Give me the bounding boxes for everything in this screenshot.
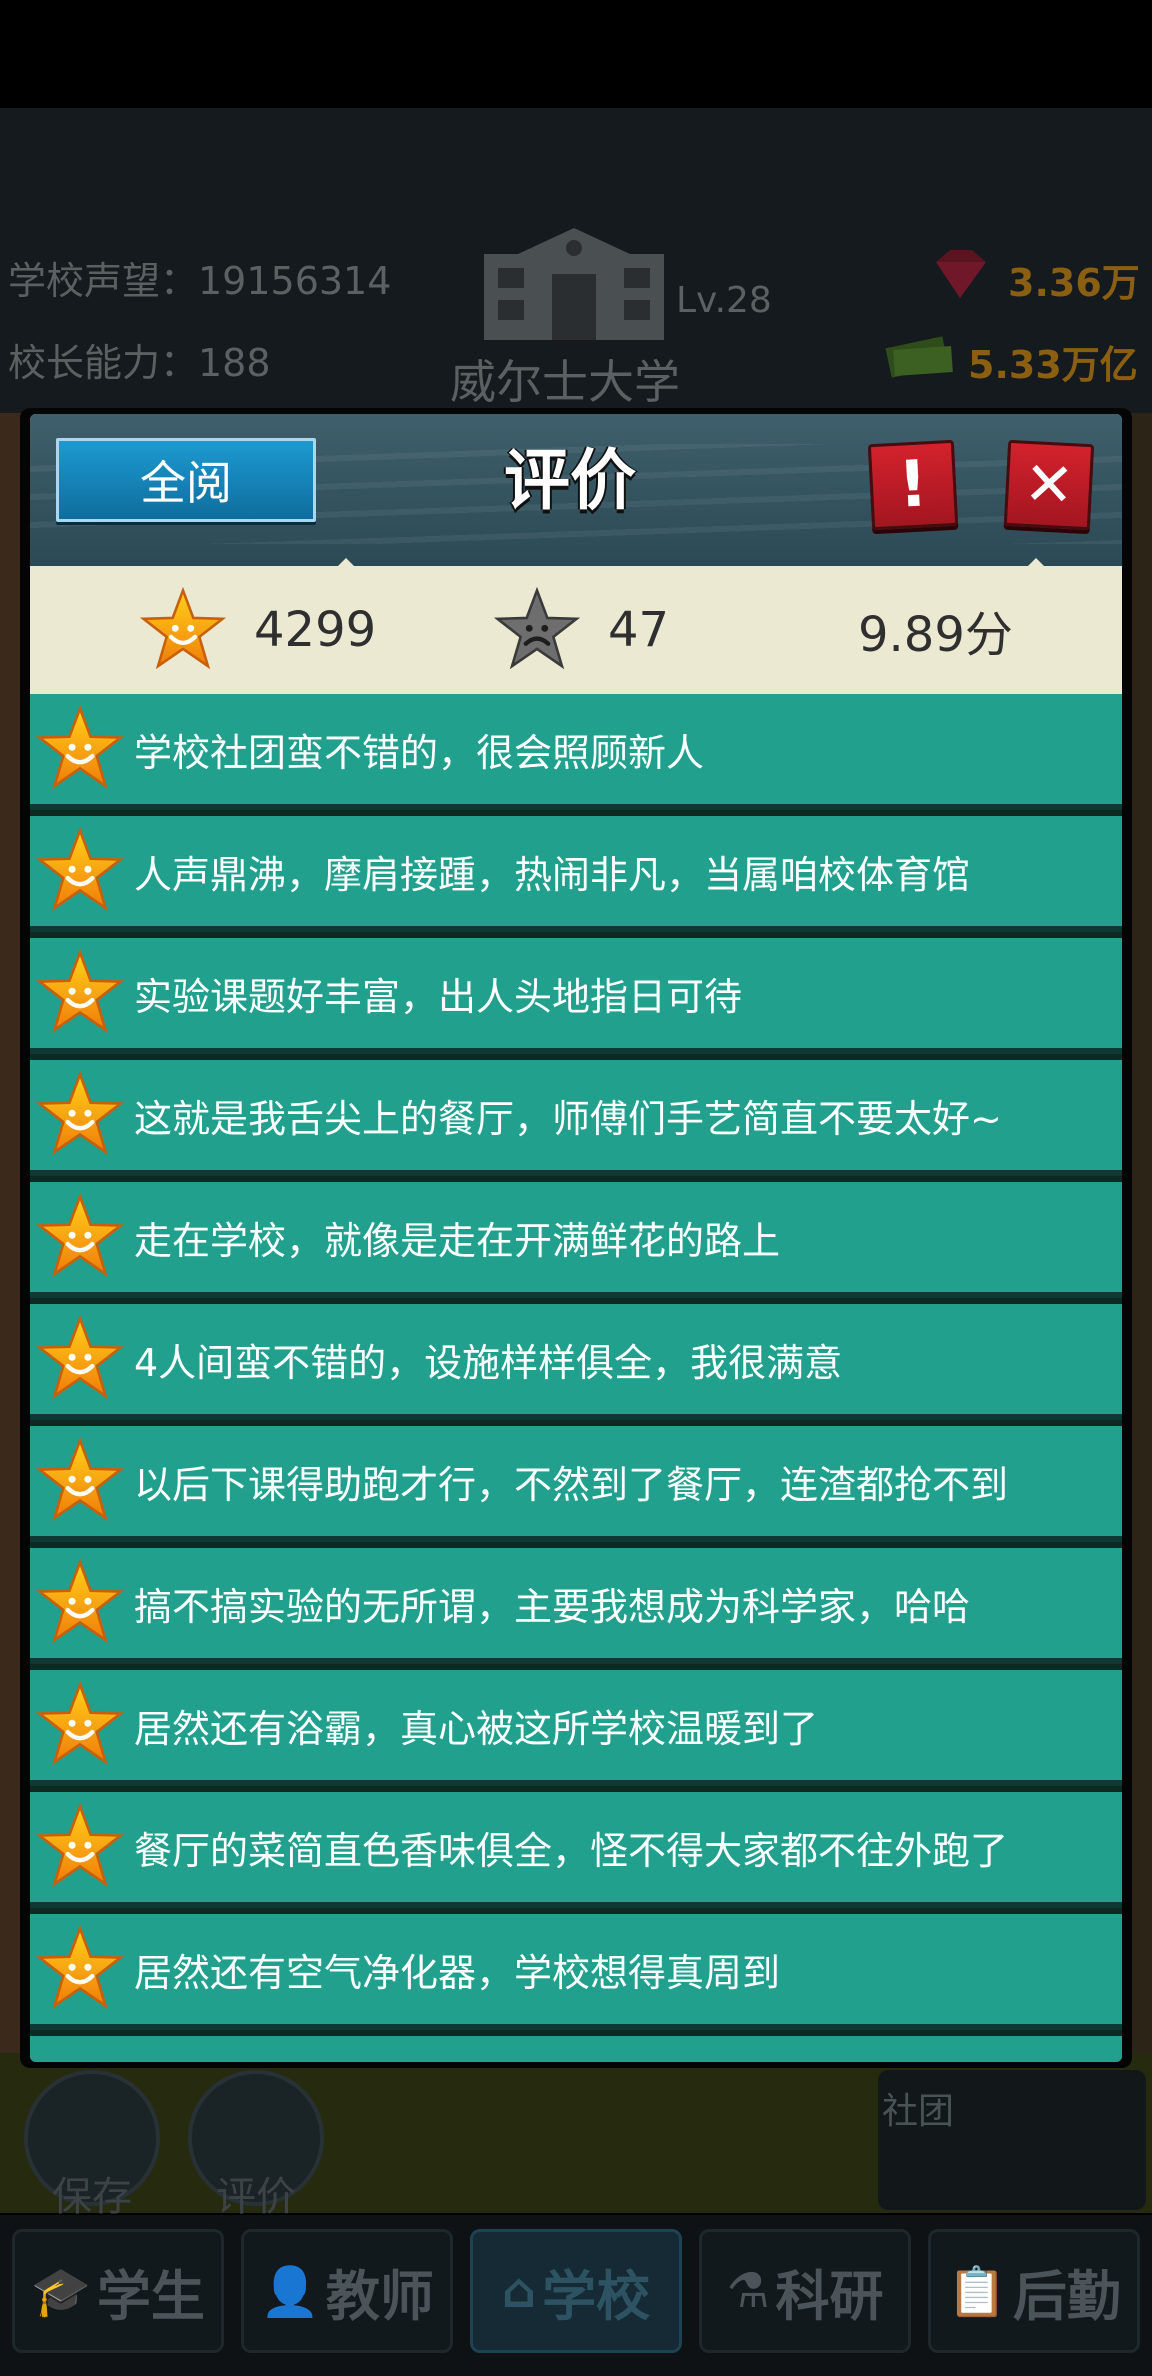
tab-students-label: 学生	[96, 2264, 205, 2328]
bad-rating: 47	[494, 566, 669, 694]
close-icon: ✕	[1022, 448, 1076, 522]
gem-icon	[936, 250, 986, 298]
reputation-label: 学校声望：19156314	[8, 259, 392, 303]
review-dialog: 全阅 评价 ! ✕ 4299 47 9.89分 学校社团蛮不错的，很会照顾新人 …	[20, 408, 1132, 2068]
clipboard-icon: 📋	[947, 2263, 1007, 2320]
review-text: 人声鼎沸，摩肩接踵，热闹非凡，当属咱校体育馆	[134, 852, 971, 897]
review-row: 走在学校，就像是走在开满鲜花的路上	[30, 1182, 1122, 1298]
money-count: 5.33万亿	[968, 343, 1138, 387]
happy-star-icon	[36, 1803, 124, 1888]
bad-count: 47	[608, 602, 670, 658]
close-button[interactable]: ✕	[1003, 439, 1095, 531]
good-count: 4299	[254, 602, 377, 658]
school-building-icon	[484, 228, 664, 340]
happy-star-icon	[36, 1315, 124, 1400]
review-row: 人声鼎沸，摩肩接踵，热闹非凡，当属咱校体育馆	[30, 816, 1122, 932]
save-button[interactable]: 保存	[22, 2070, 162, 2222]
bottom-nav: 🎓 学生 👤 教师 ⌂ 学校 ⚗ 科研 📋 后勤	[0, 2215, 1152, 2376]
principal-ability-label: 校长能力：188	[8, 341, 271, 385]
review-text: 实验课题好丰富，出人头地指日可待	[134, 974, 743, 1019]
student-icon: 🎓	[31, 2263, 91, 2320]
exclamation-icon: !	[896, 447, 930, 523]
tab-teachers[interactable]: 👤 教师	[241, 2229, 453, 2353]
tab-students[interactable]: 🎓 学生	[12, 2229, 224, 2353]
tab-school[interactable]: ⌂ 学校	[470, 2229, 682, 2353]
happy-star-icon	[36, 1925, 124, 2010]
happy-star-icon	[36, 1681, 124, 1766]
review-button[interactable]: 评价	[186, 2070, 326, 2222]
rating-summary: 4299 47 9.89分	[30, 566, 1122, 694]
review-text: 居然还有空气净化器，学校想得真周到	[134, 1950, 781, 1995]
review-row: 以后下课得助跑才行，不然到了餐厅，连渣都抢不到	[30, 1426, 1122, 1542]
review-row-partial	[30, 2036, 1122, 2062]
gem-count: 3.36万	[1008, 261, 1140, 305]
review-row: 居然还有浴霸，真心被这所学校温暖到了	[30, 1670, 1122, 1786]
tab-research[interactable]: ⚗ 科研	[699, 2229, 911, 2353]
teacher-icon: 👤	[260, 2263, 320, 2320]
review-row: 餐厅的菜简直色香味俱全，怪不得大家都不往外跑了	[30, 1792, 1122, 1908]
club-minimap[interactable]: 社团	[878, 2070, 1146, 2210]
money-icon	[885, 336, 953, 378]
happy-star-icon	[140, 587, 226, 670]
review-text: 搞不搞实验的无所谓，主要我想成为科学家，哈哈	[134, 1584, 971, 1629]
review-row: 学校社团蛮不错的，很会照顾新人	[30, 694, 1122, 810]
tab-research-label: 科研	[775, 2264, 884, 2328]
happy-star-icon	[36, 705, 124, 790]
review-text: 学校社团蛮不错的，很会照顾新人	[134, 730, 705, 775]
review-text: 以后下课得助跑才行，不然到了餐厅，连渣都抢不到	[134, 1462, 1009, 1507]
score: 9.89分	[858, 607, 1013, 663]
happy-star-icon	[36, 1437, 124, 1522]
review-text: 居然还有浴霸，真心被这所学校温暖到了	[134, 1706, 819, 1751]
happy-star-icon	[36, 949, 124, 1034]
review-row: 这就是我舌尖上的餐厅，师傅们手艺简直不要太好~	[30, 1060, 1122, 1176]
tab-school-label: 学校	[542, 2264, 651, 2328]
save-label: 保存	[52, 2174, 132, 2220]
school-name: 威尔士大学	[450, 355, 680, 409]
status-bar	[0, 0, 1152, 108]
review-text: 4人间蛮不错的，设施样样俱全，我很满意	[134, 1340, 843, 1385]
review-row: 搞不搞实验的无所谓，主要我想成为科学家，哈哈	[30, 1548, 1122, 1664]
tab-logistics[interactable]: 📋 后勤	[928, 2229, 1140, 2353]
review-list[interactable]: 学校社团蛮不错的，很会照顾新人 人声鼎沸，摩肩接踵，热闹非凡，当属咱校体育馆 实…	[30, 694, 1122, 2062]
happy-star-icon	[36, 1559, 124, 1644]
good-rating: 4299	[140, 566, 376, 694]
dialog-header: 全阅 评价 ! ✕	[30, 414, 1122, 566]
club-label: 社团	[881, 2091, 954, 2132]
school-level: Lv.28	[676, 280, 772, 321]
review-row: 实验课题好丰富，出人头地指日可待	[30, 938, 1122, 1054]
review-text: 餐厅的菜简直色香味俱全，怪不得大家都不往外跑了	[134, 1828, 1009, 1873]
happy-star-icon	[36, 1193, 124, 1278]
flask-icon: ⚗	[726, 2263, 770, 2319]
happy-star-icon	[36, 1071, 124, 1156]
alert-button[interactable]: !	[867, 439, 959, 531]
sad-star-icon	[494, 587, 580, 670]
dialog-title: 评价	[504, 442, 636, 519]
review-label: 评价	[216, 2174, 296, 2220]
read-all-button[interactable]: 全阅	[56, 438, 316, 522]
review-row: 居然还有空气净化器，学校想得真周到	[30, 1914, 1122, 2030]
school-icon: ⌂	[501, 2263, 537, 2319]
tab-teachers-label: 教师	[325, 2264, 434, 2328]
review-text: 这就是我舌尖上的餐厅，师傅们手艺简直不要太好~	[134, 1096, 1002, 1141]
happy-star-icon	[36, 827, 124, 912]
tab-logistics-label: 后勤	[1012, 2264, 1121, 2328]
review-text: 走在学校，就像是走在开满鲜花的路上	[134, 1218, 781, 1263]
review-row: 4人间蛮不错的，设施样样俱全，我很满意	[30, 1304, 1122, 1420]
